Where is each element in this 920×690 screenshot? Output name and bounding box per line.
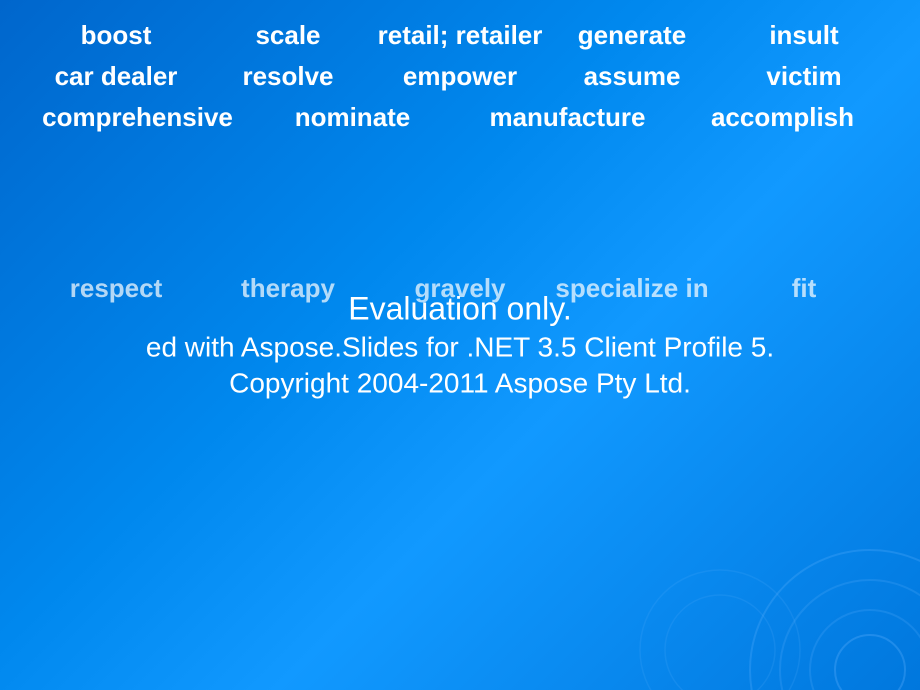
word-row-3: comprehensive nominate manufacture accom…	[30, 102, 890, 133]
word-retail: retail; retailer	[374, 20, 546, 51]
word-car-dealer: car dealer	[30, 61, 202, 92]
word-insult: insult	[718, 20, 890, 51]
watermark-line2: ed with Aspose.Slides for .NET 3.5 Clien…	[110, 332, 810, 364]
word-boost: boost	[30, 20, 202, 51]
watermark: Evaluation only. ed with Aspose.Slides f…	[110, 291, 810, 400]
word-empower: empower	[374, 61, 546, 92]
word-accomplish: accomplish	[675, 102, 890, 133]
word-comprehensive: comprehensive	[30, 102, 245, 133]
watermark-line3: Copyright 2004-2011 Aspose Pty Ltd.	[110, 368, 810, 400]
word-manufacture: manufacture	[460, 102, 675, 133]
word-scale: scale	[202, 20, 374, 51]
word-row-2: car dealer resolve empower assume victim	[30, 61, 890, 92]
word-grid: boost scale retail; retailer generate in…	[0, 0, 920, 334]
word-generate: generate	[546, 20, 718, 51]
watermark-line1: Evaluation only.	[110, 291, 810, 328]
word-row-1: boost scale retail; retailer generate in…	[30, 20, 890, 51]
word-assume: assume	[546, 61, 718, 92]
word-victim: victim	[718, 61, 890, 92]
word-nominate: nominate	[245, 102, 460, 133]
word-resolve: resolve	[202, 61, 374, 92]
